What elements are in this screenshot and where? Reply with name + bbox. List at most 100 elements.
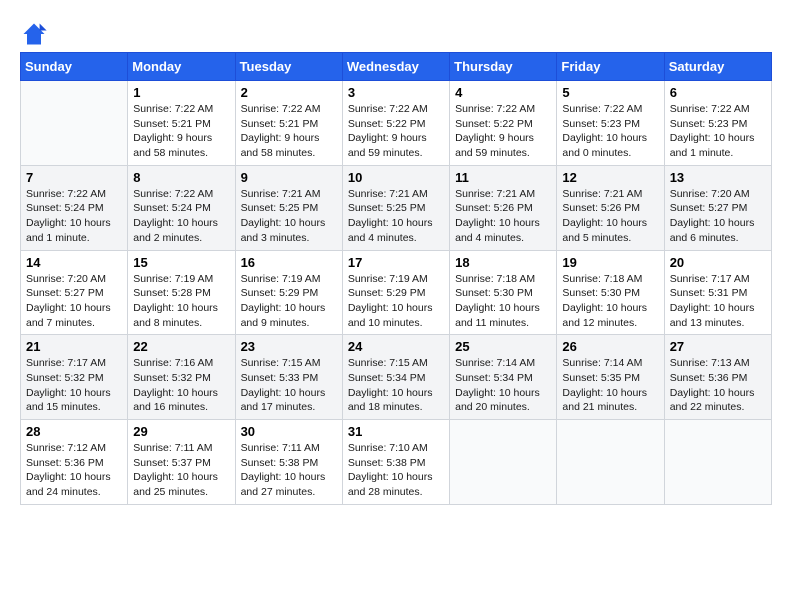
day-number: 14 — [26, 255, 122, 270]
day-number: 29 — [133, 424, 229, 439]
day-number: 23 — [241, 339, 337, 354]
day-number: 11 — [455, 170, 551, 185]
calendar-cell: 7 Sunrise: 7:22 AMSunset: 5:24 PMDaylight… — [21, 165, 128, 250]
page-header — [20, 20, 772, 48]
day-info: Sunrise: 7:10 AMSunset: 5:38 PMDaylight:… — [348, 441, 444, 500]
calendar-cell: 30 Sunrise: 7:11 AMSunset: 5:38 PMDayligh… — [235, 420, 342, 505]
day-number: 16 — [241, 255, 337, 270]
day-info: Sunrise: 7:22 AMSunset: 5:22 PMDaylight:… — [455, 102, 551, 161]
logo — [20, 20, 52, 48]
calendar-cell: 26 Sunrise: 7:14 AMSunset: 5:35 PMDayligh… — [557, 335, 664, 420]
calendar-cell: 9Sunrise: 7:21 AMSunset: 5:25 PMDaylight… — [235, 165, 342, 250]
day-info: Sunrise: 7:11 AMSunset: 5:37 PMDaylight:… — [133, 441, 229, 500]
weekday-header-thursday: Thursday — [450, 53, 557, 81]
calendar-cell: 27Sunrise: 7:13 AMSunset: 5:36 PMDayligh… — [664, 335, 771, 420]
day-number: 12 — [562, 170, 658, 185]
day-info: Sunrise: 7:17 AMSunset: 5:32 PMDaylight:… — [26, 356, 122, 415]
day-number: 26 — [562, 339, 658, 354]
day-number: 21 — [26, 339, 122, 354]
calendar-cell: 28 Sunrise: 7:12 AMSunset: 5:36 PMDayligh… — [21, 420, 128, 505]
calendar-cell: 17 Sunrise: 7:19 AMSunset: 5:29 PMDayligh… — [342, 250, 449, 335]
day-info: Sunrise: 7:14 AMSunset: 5:34 PMDaylight:… — [455, 356, 551, 415]
day-number: 18 — [455, 255, 551, 270]
day-number: 30 — [241, 424, 337, 439]
day-number: 1 — [133, 85, 229, 100]
day-info: Sunrise: 7:22 AMSunset: 5:24 PMDaylight:… — [26, 187, 122, 246]
calendar-cell: 20 Sunrise: 7:17 AMSunset: 5:31 PMDayligh… — [664, 250, 771, 335]
day-number: 17 — [348, 255, 444, 270]
day-info: Sunrise: 7:19 AMSunset: 5:29 PMDaylight:… — [241, 272, 337, 331]
calendar-cell: 1 Sunrise: 7:22 AMSunset: 5:21 PMDaylight… — [128, 81, 235, 166]
day-number: 27 — [670, 339, 766, 354]
calendar-cell: 3 Sunrise: 7:22 AMSunset: 5:22 PMDaylight… — [342, 81, 449, 166]
day-info: Sunrise: 7:11 AMSunset: 5:38 PMDaylight:… — [241, 441, 337, 500]
calendar-cell: 6Sunrise: 7:22 AMSunset: 5:23 PMDaylight… — [664, 81, 771, 166]
weekday-header-monday: Monday — [128, 53, 235, 81]
calendar-cell: 13 Sunrise: 7:20 AMSunset: 5:27 PMDayligh… — [664, 165, 771, 250]
weekday-header-sunday: Sunday — [21, 53, 128, 81]
day-number: 20 — [670, 255, 766, 270]
weekday-header-tuesday: Tuesday — [235, 53, 342, 81]
weekday-header-friday: Friday — [557, 53, 664, 81]
day-number: 15 — [133, 255, 229, 270]
calendar-cell: 22 Sunrise: 7:16 AMSunset: 5:32 PMDayligh… — [128, 335, 235, 420]
day-info: Sunrise: 7:22 AMSunset: 5:24 PMDaylight:… — [133, 187, 229, 246]
day-info: Sunrise: 7:18 AMSunset: 5:30 PMDaylight:… — [562, 272, 658, 331]
day-info: Sunrise: 7:22 AMSunset: 5:23 PMDaylight:… — [562, 102, 658, 161]
day-info: Sunrise: 7:14 AMSunset: 5:35 PMDaylight:… — [562, 356, 658, 415]
day-number: 2 — [241, 85, 337, 100]
calendar-cell — [557, 420, 664, 505]
calendar-cell — [450, 420, 557, 505]
day-info: Sunrise: 7:22 AMSunset: 5:21 PMDaylight:… — [241, 102, 337, 161]
day-number: 24 — [348, 339, 444, 354]
day-number: 3 — [348, 85, 444, 100]
day-number: 13 — [670, 170, 766, 185]
day-info: Sunrise: 7:22 AMSunset: 5:22 PMDaylight:… — [348, 102, 444, 161]
day-info: Sunrise: 7:16 AMSunset: 5:32 PMDaylight:… — [133, 356, 229, 415]
calendar-cell: 5 Sunrise: 7:22 AMSunset: 5:23 PMDaylight… — [557, 81, 664, 166]
calendar-cell: 8 Sunrise: 7:22 AMSunset: 5:24 PMDaylight… — [128, 165, 235, 250]
calendar-cell: 21 Sunrise: 7:17 AMSunset: 5:32 PMDayligh… — [21, 335, 128, 420]
day-info: Sunrise: 7:19 AMSunset: 5:28 PMDaylight:… — [133, 272, 229, 331]
calendar-cell: 2 Sunrise: 7:22 AMSunset: 5:21 PMDaylight… — [235, 81, 342, 166]
calendar-cell: 12 Sunrise: 7:21 AMSunset: 5:26 PMDayligh… — [557, 165, 664, 250]
day-number: 25 — [455, 339, 551, 354]
day-info: Sunrise: 7:15 AMSunset: 5:34 PMDaylight:… — [348, 356, 444, 415]
calendar-cell — [664, 420, 771, 505]
day-info: Sunrise: 7:19 AMSunset: 5:29 PMDaylight:… — [348, 272, 444, 331]
day-number: 19 — [562, 255, 658, 270]
calendar-cell: 18 Sunrise: 7:18 AMSunset: 5:30 PMDayligh… — [450, 250, 557, 335]
day-info: Sunrise: 7:18 AMSunset: 5:30 PMDaylight:… — [455, 272, 551, 331]
calendar: SundayMondayTuesdayWednesdayThursdayFrid… — [20, 52, 772, 505]
logo-icon — [20, 20, 48, 48]
day-number: 5 — [562, 85, 658, 100]
day-info: Sunrise: 7:17 AMSunset: 5:31 PMDaylight:… — [670, 272, 766, 331]
day-info: Sunrise: 7:21 AMSunset: 5:25 PMDaylight:… — [241, 187, 337, 246]
day-number: 28 — [26, 424, 122, 439]
calendar-cell: 10Sunrise: 7:21 AMSunset: 5:25 PMDayligh… — [342, 165, 449, 250]
calendar-cell: 19 Sunrise: 7:18 AMSunset: 5:30 PMDayligh… — [557, 250, 664, 335]
calendar-cell — [21, 81, 128, 166]
day-info: Sunrise: 7:21 AMSunset: 5:26 PMDaylight:… — [455, 187, 551, 246]
calendar-cell: 15 Sunrise: 7:19 AMSunset: 5:28 PMDayligh… — [128, 250, 235, 335]
day-info: Sunrise: 7:22 AMSunset: 5:23 PMDaylight:… — [670, 102, 766, 161]
day-info: Sunrise: 7:21 AMSunset: 5:26 PMDaylight:… — [562, 187, 658, 246]
day-info: Sunrise: 7:20 AMSunset: 5:27 PMDaylight:… — [26, 272, 122, 331]
day-number: 22 — [133, 339, 229, 354]
day-number: 31 — [348, 424, 444, 439]
day-info: Sunrise: 7:15 AMSunset: 5:33 PMDaylight:… — [241, 356, 337, 415]
day-number: 10 — [348, 170, 444, 185]
day-number: 7 — [26, 170, 122, 185]
calendar-cell: 31 Sunrise: 7:10 AMSunset: 5:38 PMDayligh… — [342, 420, 449, 505]
day-info: Sunrise: 7:12 AMSunset: 5:36 PMDaylight:… — [26, 441, 122, 500]
day-info: Sunrise: 7:22 AMSunset: 5:21 PMDaylight:… — [133, 102, 229, 161]
day-info: Sunrise: 7:20 AMSunset: 5:27 PMDaylight:… — [670, 187, 766, 246]
calendar-cell: 29 Sunrise: 7:11 AMSunset: 5:37 PMDayligh… — [128, 420, 235, 505]
day-number: 8 — [133, 170, 229, 185]
calendar-cell: 23 Sunrise: 7:15 AMSunset: 5:33 PMDayligh… — [235, 335, 342, 420]
day-number: 4 — [455, 85, 551, 100]
calendar-cell: 16 Sunrise: 7:19 AMSunset: 5:29 PMDayligh… — [235, 250, 342, 335]
weekday-header-wednesday: Wednesday — [342, 53, 449, 81]
calendar-cell: 11 Sunrise: 7:21 AMSunset: 5:26 PMDayligh… — [450, 165, 557, 250]
calendar-cell: 24 Sunrise: 7:15 AMSunset: 5:34 PMDayligh… — [342, 335, 449, 420]
